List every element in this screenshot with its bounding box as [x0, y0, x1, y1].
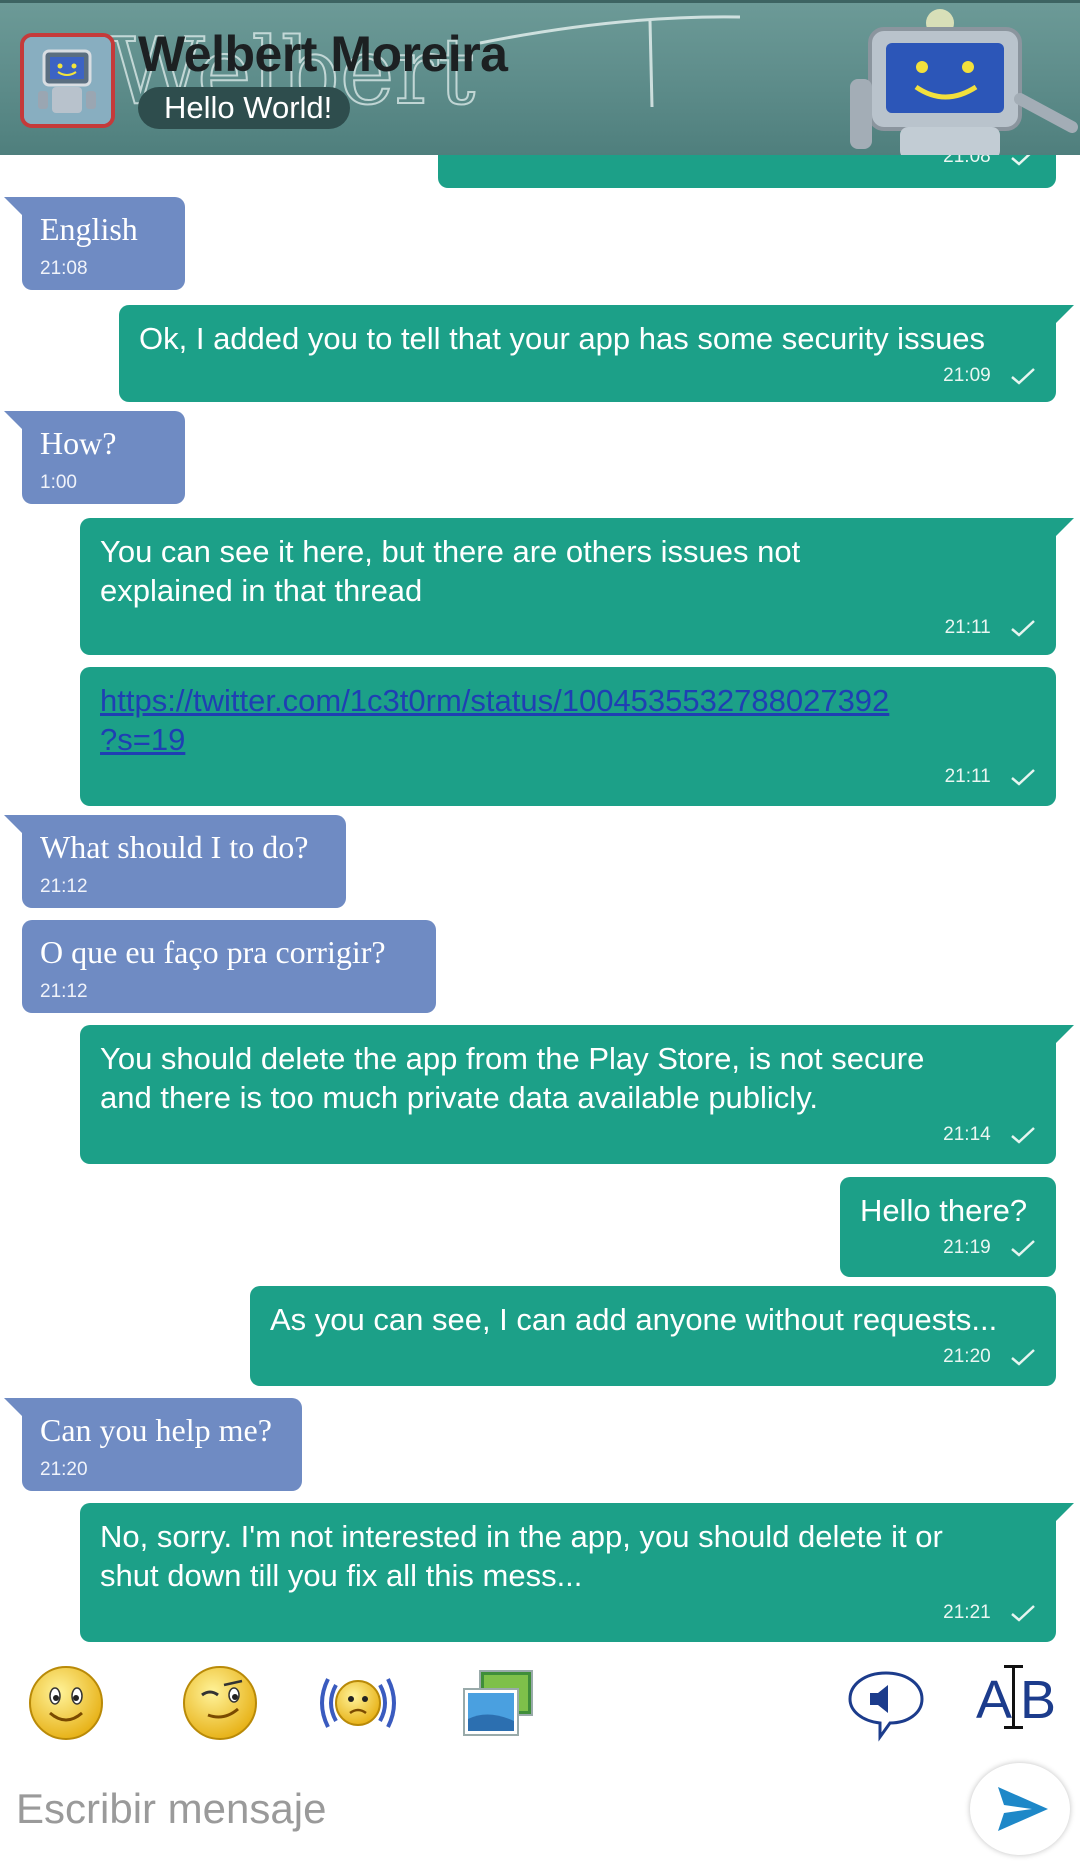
contact-name[interactable]: Welbert Moreira — [138, 25, 508, 83]
message-bubble-outgoing[interactable]: Ok, I added you to tell that your app ha… — [119, 305, 1074, 402]
checkmark-icon — [1011, 368, 1035, 385]
chat-header: Welbert Welbert Moreira Hello World! — [0, 0, 1080, 155]
wink-icon[interactable] — [180, 1663, 260, 1743]
message-bubble-incoming[interactable]: English 21:08 — [4, 197, 185, 290]
message-meta: 21:20 — [270, 1343, 1036, 1371]
message-meta: 21:11 — [100, 763, 1036, 791]
compose-bar — [0, 1755, 1080, 1862]
message-text: English — [40, 211, 138, 247]
text-format-label: AB — [976, 1670, 1065, 1730]
message-time: 21:11 — [944, 766, 991, 787]
message-input[interactable] — [14, 1775, 918, 1843]
contact-status: Hello World! — [138, 87, 351, 129]
checkmark-icon — [1011, 1349, 1035, 1366]
message-time: 21:20 — [40, 1459, 88, 1480]
message-bubble-incoming[interactable]: What should I to do? 21:12 — [4, 815, 346, 908]
message-link[interactable]: https://twitter.com/1c3t0rm/status/10045… — [100, 681, 1036, 759]
checkmark-icon — [1011, 155, 1031, 166]
message-meta: 21:08 — [458, 155, 1036, 171]
smiley-icon[interactable] — [26, 1663, 106, 1743]
message-bubble-outgoing[interactable]: As you can see, I can add anyone without… — [250, 1286, 1056, 1386]
checkmark-icon — [1011, 1127, 1035, 1144]
message-time: 21:14 — [943, 1124, 991, 1145]
message-text: As you can see, I can add anyone without… — [270, 1302, 998, 1337]
checkmark-icon — [1011, 1605, 1035, 1622]
checkmark-icon — [1011, 769, 1035, 786]
buzz-icon[interactable] — [318, 1663, 398, 1743]
message-time: 1:00 — [40, 472, 77, 493]
message-text: What should I to do? — [40, 829, 309, 865]
message-time: 21:08 — [943, 155, 991, 167]
message-bubble-incoming[interactable]: O que eu faço pra corrigir? 21:12 — [22, 920, 436, 1013]
send-icon — [998, 1787, 1048, 1831]
message-time: 21:21 — [943, 1602, 991, 1623]
message-meta: 21:14 — [100, 1121, 1036, 1149]
speaker-icon[interactable] — [846, 1663, 926, 1743]
message-bubble-outgoing[interactable]: https://twitter.com/1c3t0rm/status/10045… — [80, 667, 1056, 806]
message-meta: 21:11 — [100, 614, 1036, 642]
message-meta: 21:21 — [100, 1599, 1036, 1627]
message-meta: 21:09 — [139, 362, 1036, 390]
message-text: You can see it here, but there are other… — [100, 534, 801, 608]
message-bubble-incoming[interactable]: How? 1:00 — [4, 411, 185, 504]
message-text: Can you help me? — [40, 1412, 272, 1448]
message-text: No, sorry. I'm not interested in the app… — [100, 1519, 943, 1593]
message-text: Hello there? — [860, 1193, 1028, 1228]
message-time: 21:09 — [943, 365, 991, 386]
message-bubble-incoming[interactable]: Can you help me? 21:20 — [4, 1398, 302, 1491]
message-text: O que eu faço pra corrigir? — [40, 934, 386, 970]
emoji-toolbar: AB — [0, 1645, 1080, 1755]
message-text: Ok, I added you to tell that your app ha… — [139, 321, 986, 356]
robot-mascot-image — [850, 9, 1078, 155]
message-time: 21:12 — [40, 981, 88, 1002]
message-time: 21:11 — [944, 617, 991, 638]
message-bubble-outgoing[interactable]: 21:08 — [438, 155, 1056, 188]
checkmark-icon — [1011, 1240, 1035, 1257]
send-button[interactable] — [970, 1763, 1070, 1855]
message-list[interactable]: 21:08 English 21:08 Ok, I added you to t… — [0, 155, 1080, 1645]
message-meta: 21:19 — [860, 1234, 1036, 1262]
message-time: 21:12 — [40, 876, 88, 897]
message-text: You should delete the app from the Play … — [100, 1041, 925, 1115]
contact-avatar[interactable] — [20, 33, 115, 128]
image-icon[interactable] — [458, 1663, 538, 1743]
message-bubble-outgoing[interactable]: You should delete the app from the Play … — [80, 1025, 1074, 1164]
message-bubble-outgoing[interactable]: You can see it here, but there are other… — [80, 518, 1074, 655]
message-time: 21:20 — [943, 1346, 991, 1367]
message-time: 21:19 — [943, 1237, 991, 1258]
message-time: 21:08 — [40, 258, 88, 279]
checkmark-icon — [1011, 620, 1035, 637]
message-text: How? — [40, 425, 117, 461]
text-format-icon[interactable]: AB — [970, 1663, 1060, 1743]
message-bubble-outgoing[interactable]: Hello there? 21:19 — [840, 1177, 1056, 1277]
message-bubble-outgoing[interactable]: No, sorry. I'm not interested in the app… — [80, 1503, 1074, 1642]
